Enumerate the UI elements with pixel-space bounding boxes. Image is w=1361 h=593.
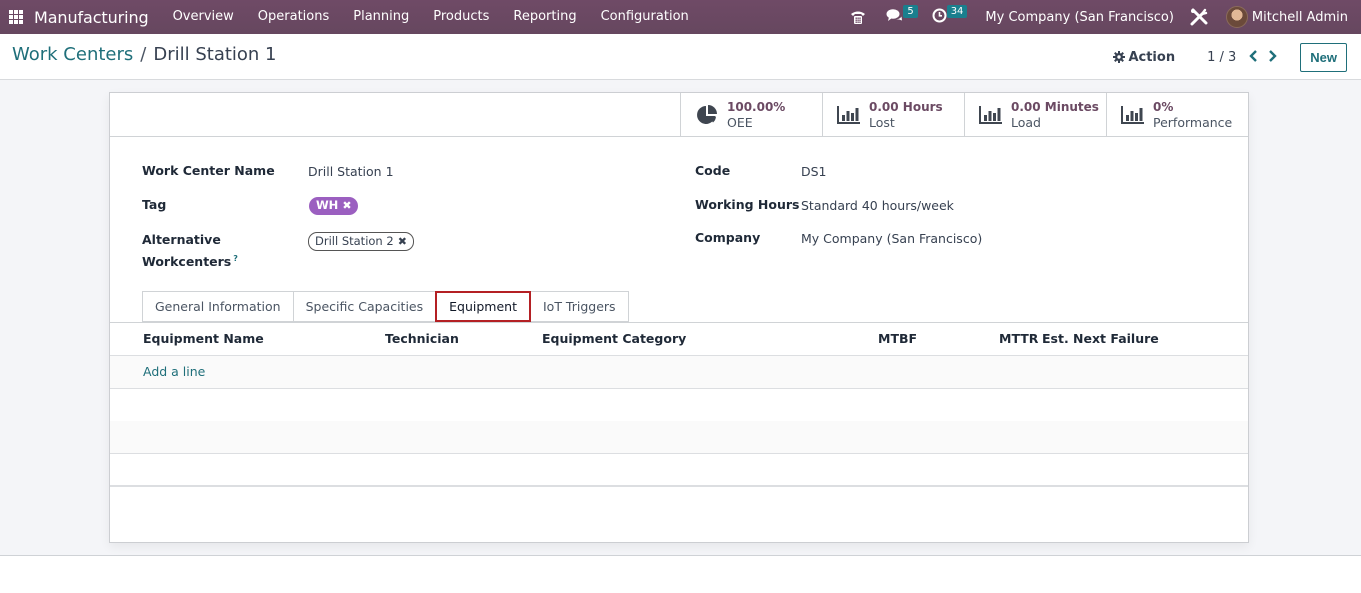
stat-value: 0% [1153,99,1174,114]
code-label: Code [695,163,731,178]
pie-chart-icon [695,104,719,126]
app-name[interactable]: Manufacturing [34,8,149,27]
label-line: Workcenters [142,254,232,270]
column-mtbf[interactable]: MTBF [878,331,917,346]
alternative-workcenter-tag[interactable]: Drill Station 2 ✖ [308,232,414,251]
menu-reporting[interactable]: Reporting [501,0,588,34]
column-est-next-failure[interactable]: Est. Next Failure [1042,331,1159,346]
control-panel-actions: Action 1 / 3 New [1113,41,1347,73]
alternative-workcenters-label: Alternative Workcenters? [142,230,238,271]
tab-iot-triggers[interactable]: IoT Triggers [529,291,629,322]
stat-button-lost[interactable]: 0.00 Hours Lost [822,93,964,136]
company-label: Company [695,230,761,245]
pager-value[interactable]: 1 / 3 [1207,50,1236,65]
menu-planning[interactable]: Planning [341,0,421,34]
tag-badge-wh[interactable]: WH ✖ [309,197,358,215]
add-line-row: Add a line [110,356,1248,389]
tag-text: WH [316,198,339,212]
breadcrumb-current: Drill Station 1 [153,44,277,65]
stat-value: 100.00% [727,99,786,114]
user-menu[interactable]: Mitchell Admin [1252,10,1348,25]
chat-icon [886,8,903,26]
pager-next-button[interactable] [1263,48,1282,66]
add-a-line-link[interactable]: Add a line [143,364,205,379]
notebook-tabs: General Information Specific Capacities … [142,291,629,322]
gear-icon [1113,51,1126,63]
bar-chart-icon [837,104,861,126]
activities-button[interactable]: 34 [932,0,968,34]
column-technician[interactable]: Technician [385,331,459,346]
work-center-name-field[interactable]: Drill Station 1 [308,164,394,179]
table-footer-divider [110,485,1248,487]
stat-button-performance[interactable]: 0% Performance [1106,93,1248,136]
breadcrumb-work-centers[interactable]: Work Centers [12,44,133,65]
stat-button-load[interactable]: 0.00 Minutes Load [964,93,1106,136]
company-field[interactable]: My Company (San Francisco) [801,231,982,246]
code-field[interactable]: DS1 [801,164,827,179]
bar-chart-icon [979,104,1003,126]
pager-previous-button[interactable] [1244,48,1263,66]
stat-value: 0.00 Hours [869,99,943,114]
label-line: Alternative [142,232,221,247]
table-row [110,453,1248,486]
tag-text: Drill Station 2 [315,234,394,248]
control-panel: Work Centers / Drill Station 1 Action 1 … [0,34,1361,80]
breadcrumb-separator: / [140,44,147,65]
action-label: Action [1128,49,1176,65]
stat-button-box: 100.00% OEE 0.00 Hours Lost 0.00 Minutes… [110,93,1248,137]
stat-label: OEE [727,114,753,130]
stat-label: Load [1011,114,1041,130]
clock-icon [932,8,947,27]
messages-button[interactable]: 5 [886,0,918,34]
tab-specific-capacities[interactable]: Specific Capacities [292,291,436,322]
messages-count-badge: 5 [903,4,918,18]
menu-operations[interactable]: Operations [246,0,341,34]
menu-overview[interactable]: Overview [161,0,246,34]
tab-general-information[interactable]: General Information [142,291,293,322]
activities-count-badge: 34 [946,4,968,18]
chevron-left-icon [1249,48,1258,66]
stat-value: 0.00 Minutes [1011,99,1099,114]
equipment-table-header: Equipment Name Technician Equipment Cate… [110,323,1248,356]
tab-equipment[interactable]: Equipment [435,291,531,322]
table-row [110,421,1248,454]
tools-icon[interactable] [1190,0,1208,34]
bar-chart-icon [1121,104,1145,126]
column-equipment-category[interactable]: Equipment Category [542,331,686,346]
remove-tag-icon[interactable]: ✖ [342,199,351,212]
column-equipment-name[interactable]: Equipment Name [143,331,264,346]
help-tooltip-icon[interactable]: ? [233,254,238,263]
column-mttr[interactable]: MTTR [999,331,1038,346]
apps-grid-icon[interactable] [9,10,23,24]
breadcrumb: Work Centers / Drill Station 1 [12,44,277,65]
working-hours-label: Working Hours [695,197,800,212]
top-navbar: Manufacturing Overview Operations Planni… [0,0,1361,34]
phone-icon[interactable] [850,0,866,34]
systray: 5 34 My Company (San Francisco) Mitchell… [850,0,1361,34]
menu-configuration[interactable]: Configuration [589,0,701,34]
work-center-name-label: Work Center Name [142,163,275,178]
company-switcher[interactable]: My Company (San Francisco) [985,10,1173,25]
remove-tag-icon[interactable]: ✖ [398,235,407,248]
action-button[interactable]: Action [1113,50,1175,65]
new-button[interactable]: New [1300,42,1347,72]
working-hours-field[interactable]: Standard 40 hours/week [801,198,954,213]
stat-label: Lost [869,114,895,130]
table-row [110,389,1248,422]
form-sheet: 100.00% OEE 0.00 Hours Lost 0.00 Minutes… [109,92,1249,543]
stat-label: Performance [1153,114,1233,130]
tag-label: Tag [142,197,167,212]
chevron-right-icon [1268,48,1277,66]
avatar[interactable] [1225,6,1248,28]
stat-button-oee[interactable]: 100.00% OEE [680,93,822,136]
menu-products[interactable]: Products [421,0,501,34]
